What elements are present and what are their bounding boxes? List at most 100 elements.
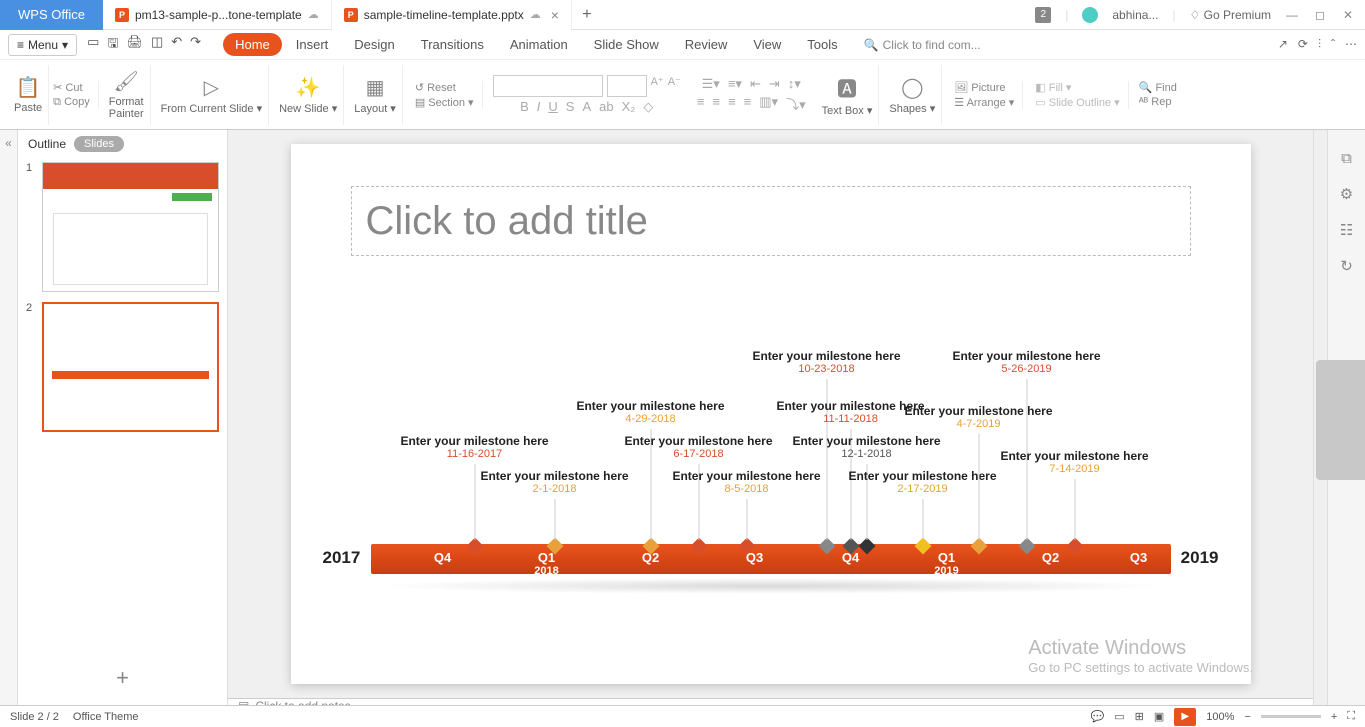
document-tab-2[interactable]: P sample-timeline-template.pptx ☁ × — [332, 0, 572, 30]
indent-dec-button[interactable]: ⇤ — [750, 76, 761, 92]
share-icon[interactable]: ↗ — [1278, 37, 1288, 52]
tab-review[interactable]: Review — [673, 33, 740, 56]
redo-icon[interactable]: ↷ — [190, 34, 201, 56]
task-pane-icon[interactable]: ⧉ — [1341, 150, 1352, 167]
preview-icon[interactable]: ◫ — [151, 34, 163, 56]
more-icon[interactable]: ⫶ — [1318, 37, 1321, 52]
decrease-font-icon[interactable]: A⁻ — [668, 75, 681, 97]
bullets-button[interactable]: ☰▾ — [702, 76, 720, 92]
milestone-label[interactable]: Enter your milestone here11-11-2018 — [776, 399, 924, 425]
shapes-button[interactable]: ◯ Shapes ▾ — [883, 65, 942, 125]
reading-view-icon[interactable]: ▣ — [1154, 710, 1164, 723]
options-icon[interactable]: ⋯ — [1345, 37, 1357, 52]
line-spacing-button[interactable]: ↕▾ — [788, 76, 801, 92]
username[interactable]: abhina... — [1112, 8, 1158, 22]
font-family-input[interactable] — [493, 75, 603, 97]
strike-button[interactable]: S — [566, 99, 575, 115]
highlight-button[interactable]: ab — [599, 99, 613, 115]
slide-outline-button[interactable]: ▭ Slide Outline ▾ — [1035, 96, 1119, 109]
collapse-ribbon-icon[interactable]: ˆ — [1331, 37, 1335, 52]
add-slide-button[interactable]: + — [18, 651, 227, 705]
align-center-button[interactable]: ≡ — [712, 94, 720, 113]
format-painter-button[interactable]: 🖌 Format Painter — [103, 65, 151, 125]
history-icon[interactable]: ↻ — [1340, 257, 1353, 275]
tab-home[interactable]: Home — [223, 33, 282, 56]
fill-button[interactable]: ◧ Fill ▾ — [1035, 81, 1119, 94]
close-window-icon[interactable]: ✕ — [1341, 8, 1355, 22]
milestone-label[interactable]: Enter your milestone here4-29-2018 — [576, 399, 724, 425]
milestone-label[interactable]: Enter your milestone here6-17-2018 — [624, 434, 772, 460]
maximize-icon[interactable]: ◻ — [1313, 8, 1327, 22]
milestone-label[interactable]: Enter your milestone here5-26-2019 — [952, 349, 1100, 375]
milestone-label[interactable]: Enter your milestone here2-17-2019 — [848, 469, 996, 495]
bold-button[interactable]: B — [520, 99, 529, 115]
menu-button[interactable]: ≡ Menu ▾ — [8, 34, 77, 56]
indent-inc-button[interactable]: ⇥ — [769, 76, 780, 92]
notes-bar[interactable]: ▤ Click to add notes — [228, 698, 1313, 705]
slides-tab[interactable]: Slides — [74, 136, 124, 152]
normal-view-icon[interactable]: ▭ — [1114, 710, 1124, 723]
vertical-scrollbar[interactable] — [1313, 130, 1327, 705]
find-button[interactable]: 🔍 Find — [1139, 81, 1177, 94]
outline-tab[interactable]: Outline — [28, 137, 66, 151]
notes-placeholder[interactable]: Click to add notes — [255, 699, 350, 705]
section-button[interactable]: ▤ Section ▾ — [415, 96, 474, 109]
justify-button[interactable]: ≡ — [744, 94, 752, 113]
save-icon[interactable]: 🖫 — [107, 34, 118, 56]
replace-button[interactable]: ᴬᴮ Rep — [1139, 96, 1177, 108]
tab-slideshow[interactable]: Slide Show — [582, 33, 671, 56]
tab-view[interactable]: View — [741, 33, 793, 56]
align-left-button[interactable]: ≡ — [697, 94, 705, 113]
sync-icon[interactable]: ⟳ — [1298, 37, 1308, 52]
minimize-icon[interactable]: — — [1285, 8, 1299, 22]
subscript-button[interactable]: X₂ — [622, 99, 636, 115]
new-tab-button[interactable]: + — [572, 6, 602, 24]
increase-font-icon[interactable]: A⁺ — [651, 75, 664, 97]
open-icon[interactable]: ▭ — [87, 34, 99, 56]
milestone-label[interactable]: Enter your milestone here4-7-2019 — [904, 404, 1052, 430]
underline-button[interactable]: U — [548, 99, 557, 115]
milestone-label[interactable]: Enter your milestone here12-1-2018 — [792, 434, 940, 460]
avatar[interactable] — [1082, 7, 1098, 23]
milestone-label[interactable]: Enter your milestone here8-5-2018 — [672, 469, 820, 495]
font-color-button[interactable]: A — [582, 99, 591, 115]
milestone-label[interactable]: Enter your milestone here11-16-2017 — [400, 434, 548, 460]
zoom-slider[interactable] — [1261, 715, 1321, 718]
collapse-panel-button[interactable]: « — [0, 130, 18, 705]
slideshow-button[interactable]: ▶ — [1174, 708, 1196, 726]
search-box[interactable]: 🔍 Click to find com... — [864, 38, 981, 52]
clear-format-button[interactable]: ◇ — [643, 99, 653, 115]
layout-button[interactable]: ▦ Layout ▾ — [348, 65, 403, 125]
milestone-label[interactable]: Enter your milestone here2-1-2018 — [480, 469, 628, 495]
tab-transitions[interactable]: Transitions — [409, 33, 496, 56]
tab-design[interactable]: Design — [342, 33, 406, 56]
tab-insert[interactable]: Insert — [284, 33, 341, 56]
notification-badge[interactable]: 2 — [1035, 7, 1051, 23]
slide-canvas[interactable]: Click to add title 2017 2019 Q4Q12018Q2Q… — [291, 144, 1251, 684]
go-premium-button[interactable]: ♢ Go Premium — [1190, 8, 1271, 22]
picture-button[interactable]: 🖼 Picture — [954, 81, 1014, 94]
print-icon[interactable]: 🖨 — [126, 34, 143, 56]
milestone-label[interactable]: Enter your milestone here10-23-2018 — [752, 349, 900, 375]
font-size-input[interactable] — [607, 75, 647, 97]
slide-thumbnail-2[interactable] — [42, 302, 219, 432]
milestone-label[interactable]: Enter your milestone here7-14-2019 — [1000, 449, 1148, 475]
title-placeholder[interactable]: Click to add title — [351, 186, 1191, 256]
sorter-view-icon[interactable]: ⊞ — [1135, 710, 1144, 723]
align-right-button[interactable]: ≡ — [728, 94, 736, 113]
settings-icon[interactable]: ⚙ — [1340, 185, 1353, 203]
undo-icon[interactable]: ↶ — [171, 34, 182, 56]
text-box-button[interactable]: 🅰 Text Box ▾ — [816, 65, 880, 125]
zoom-out-button[interactable]: − — [1244, 711, 1250, 723]
close-icon[interactable]: × — [551, 7, 559, 23]
tab-tools[interactable]: Tools — [795, 33, 849, 56]
tab-animation[interactable]: Animation — [498, 33, 580, 56]
comments-icon[interactable]: 💬 — [1091, 710, 1105, 723]
zoom-in-button[interactable]: + — [1331, 711, 1337, 723]
numbering-button[interactable]: ≡▾ — [728, 76, 742, 92]
properties-icon[interactable]: ☷ — [1340, 221, 1353, 239]
reset-button[interactable]: ↺ Reset — [415, 81, 474, 94]
zoom-level[interactable]: 100% — [1206, 711, 1234, 723]
text-direction-button[interactable]: ⤵▾ — [786, 94, 806, 113]
italic-button[interactable]: I — [537, 99, 541, 115]
